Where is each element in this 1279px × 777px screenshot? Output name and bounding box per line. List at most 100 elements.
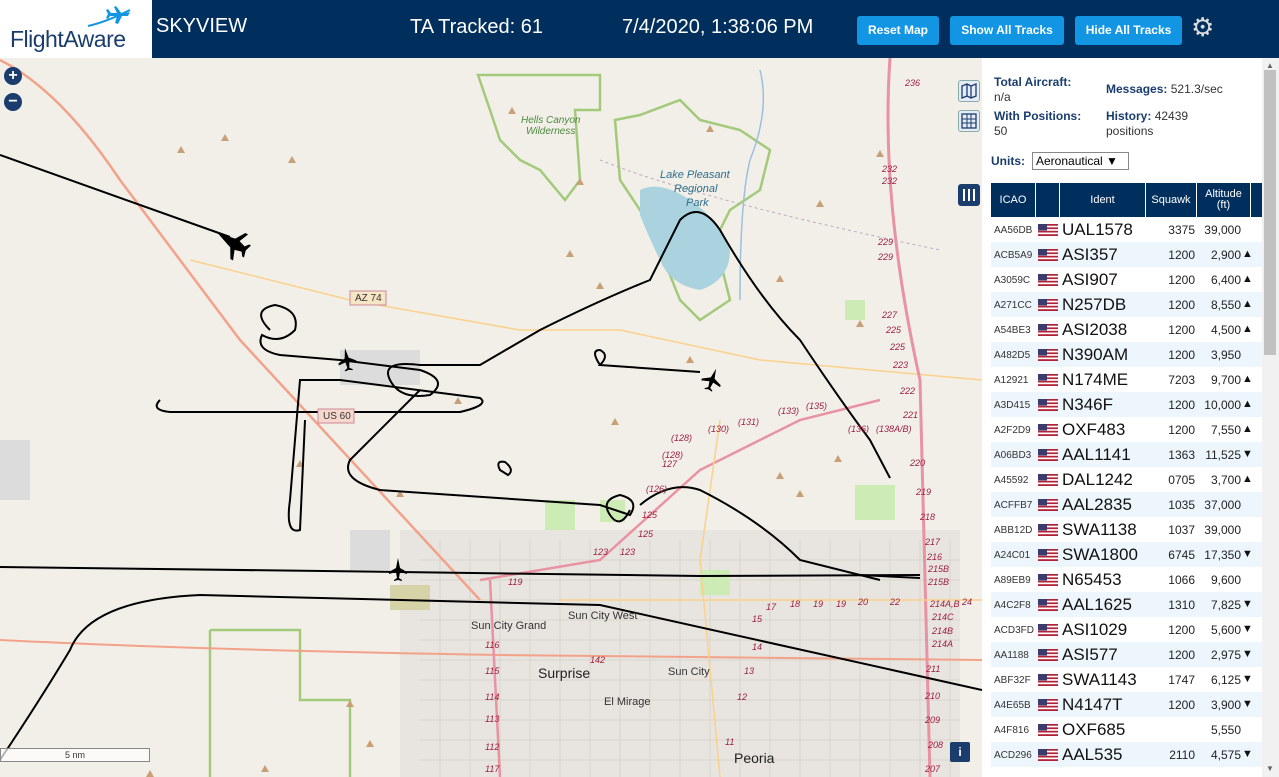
table-row[interactable]: A89EB9 N65453 1066 9,600 [991,567,1262,592]
units-select[interactable]: Aeronautical ▼ [1032,152,1129,170]
gear-icon[interactable]: ⚙ [1191,14,1214,40]
cell-icao: A3D415 [994,400,1031,411]
map-scale: 5 nm [0,748,150,762]
table-row[interactable]: A4C2F8 AAL1625 1310 7,825 ▼ [991,592,1262,617]
altitude-trend-icon: ▲ [1242,423,1253,435]
cell-squawk: 1747 [1168,673,1195,687]
scrollbar-thumb[interactable] [1264,70,1276,355]
cell-altitude: 39,000 [1204,223,1241,237]
col-icao[interactable]: ICAO [991,183,1036,217]
cell-squawk: 1310 [1168,598,1195,612]
svg-text:13: 13 [744,666,754,676]
table-row[interactable]: ABB12D SWA1138 1037 39,000 [991,517,1262,542]
col-squawk[interactable]: Squawk [1146,183,1197,217]
us-flag-icon [1038,374,1058,386]
table-row[interactable]: AA1188 ASI577 1200 2,975 ▼ [991,642,1262,667]
table-row[interactable]: A06BD3 AAL1141 1363 11,525 ▼ [991,442,1262,467]
table-row[interactable]: A12921 N174ME 7203 9,700 ▲ [991,367,1262,392]
table-row[interactable]: A45592 DAL1242 0705 3,700 ▲ [991,467,1262,492]
svg-text:125: 125 [638,529,654,539]
cell-squawk: 1066 [1168,573,1195,587]
table-row[interactable]: A2F2D9 OXF483 1200 7,550 ▲ [991,417,1262,442]
us-flag-icon [1038,299,1058,311]
cell-ident: N4147T [1062,695,1123,714]
us-flag-icon [1038,724,1058,736]
map-layers-icon[interactable] [958,80,980,102]
cell-ident: AAL1625 [1062,595,1132,614]
current-datetime: 7/4/2020, 1:38:06 PM [622,16,814,38]
cell-icao: A271CC [994,300,1032,311]
map-canvas[interactable]: 236 232 232 229 229 227 225 225 223 222 221 220 … [0,58,982,777]
map-label-hells-canyon: Hells Canyon [521,115,581,126]
messages-stat: Messages: 521.3/sec [1106,82,1223,97]
us-flag-icon [1038,399,1058,411]
hide-all-tracks-button[interactable]: Hide All Tracks [1075,16,1182,45]
aircraft-markers [217,233,721,581]
logo[interactable]: FlightAware [0,0,152,58]
with-positions-value: 50 [994,124,1008,138]
svg-text:(138A/B): (138A/B) [876,424,912,434]
table-row[interactable]: ACB5A9 ASI357 1200 2,900 ▲ [991,242,1262,267]
col-altitude[interactable]: Altitude (ft) [1197,183,1251,217]
reset-map-button[interactable]: Reset Map [857,16,939,45]
map-label-az74: AZ 74 [355,293,382,304]
svg-text:116: 116 [485,640,499,650]
table-row[interactable]: A4F816 OXF685 5,550 [991,717,1262,742]
table-row[interactable]: A3D415 N346F 1200 10,000 ▲ [991,392,1262,417]
table-row[interactable]: ACD296 AAL535 2110 4,575 ▼ [991,742,1262,767]
table-row[interactable]: A271CC N257DB 1200 8,550 ▲ [991,292,1262,317]
cell-squawk: 1200 [1168,248,1195,262]
table-row[interactable]: ACD3FD ASI1029 1200 5,600 ▼ [991,617,1262,642]
cell-ident: N65453 [1062,570,1122,589]
cell-squawk: 1035 [1168,498,1195,512]
cell-squawk: 1200 [1168,348,1195,362]
cell-icao: A4F816 [994,725,1030,736]
table-row[interactable]: A4E65B N4147T 1200 3,900 ▼ [991,692,1262,717]
table-row[interactable]: A24C01 SWA1800 6745 17,350 ▼ [991,542,1262,567]
us-flag-icon [1038,324,1058,336]
table-row[interactable]: ACFFB7 AAL2835 1035 37,000 [991,492,1262,517]
table-row[interactable]: A482D5 N390AM 1200 3,950 [991,342,1262,367]
us-flag-icon [1038,574,1058,586]
altitude-trend-icon: ▲ [1242,373,1253,385]
svg-text:123: 123 [620,547,635,557]
toggle-sidebar-icon[interactable] [958,184,980,206]
cell-ident: UAL1578 [1062,220,1133,239]
table-row[interactable]: A3059C ASI907 1200 6,400 ▲ [991,267,1262,292]
cell-icao: ACD296 [994,750,1032,761]
us-flag-icon [1038,249,1058,261]
cell-squawk: 1037 [1168,523,1195,537]
svg-text:217: 217 [924,537,941,547]
us-flag-icon [1038,274,1058,286]
logo-text: FlightAware [10,26,126,52]
col-flag[interactable] [1036,183,1060,217]
grid-icon[interactable] [958,110,980,132]
col-ident[interactable]: Ident [1060,183,1146,217]
table-row[interactable]: AA56DB UAL1578 3375 39,000 [991,217,1262,242]
table-row[interactable]: A54BE3 ASI2038 1200 4,500 ▲ [991,317,1262,342]
svg-text:219: 219 [915,487,931,497]
info-icon[interactable]: i [950,742,970,762]
svg-text:236: 236 [904,78,920,88]
cell-icao: A54BE3 [994,325,1031,336]
map-label-surprise: Surprise [538,665,591,681]
cell-squawk: 1200 [1168,398,1195,412]
us-flag-icon [1038,549,1058,561]
cell-ident: N174ME [1062,370,1129,389]
zoom-out-button[interactable]: − [4,93,22,111]
cell-altitude: 8,550 [1210,298,1241,312]
show-all-tracks-button[interactable]: Show All Tracks [950,16,1064,45]
zoom-in-button[interactable]: + [4,67,22,85]
svg-text:20: 20 [857,597,868,607]
cell-altitude: 2,900 [1210,248,1241,262]
cell-altitude: 3,700 [1210,473,1241,487]
cell-altitude: 3,900 [1210,698,1241,712]
scroll-down-arrow[interactable]: ▼ [1264,763,1276,775]
svg-text:(130): (130) [708,424,729,434]
map-layer: 236232232 229229227 225225223 222221220 … [0,58,982,777]
altitude-trend-icon: ▼ [1242,673,1253,685]
table-row[interactable]: ABF32F SWA1143 1747 6,125 ▼ [991,667,1262,692]
altitude-trend-icon: ▲ [1242,248,1253,260]
altitude-trend-icon: ▼ [1242,548,1253,560]
cell-squawk: 1200 [1168,423,1195,437]
